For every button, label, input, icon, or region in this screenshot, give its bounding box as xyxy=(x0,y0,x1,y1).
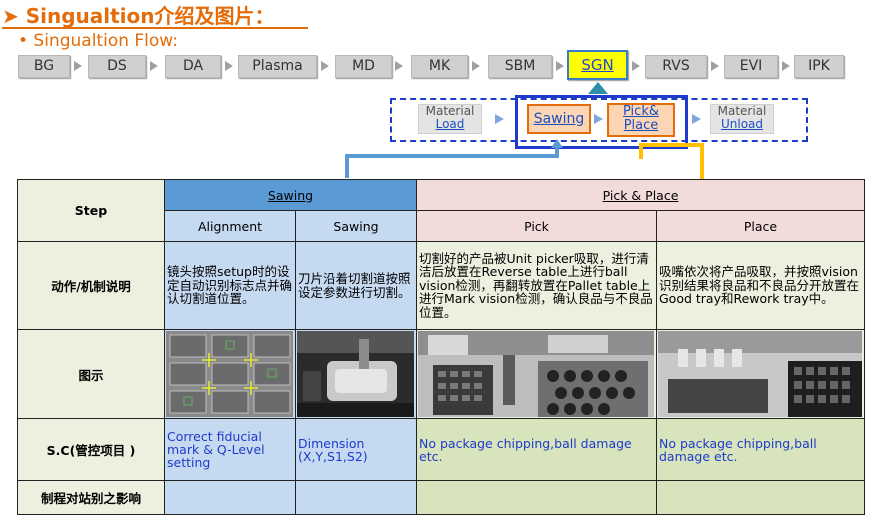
subflow-arrow-icon xyxy=(692,114,701,124)
process-flow: BG DS DA Plasma MD MK SBM SGN RVS EVI IP… xyxy=(18,50,844,80)
sawing-header-text: Sawing xyxy=(267,187,314,203)
impact-sawing xyxy=(295,480,417,515)
page-title: ➤ Singualtion介绍及图片： xyxy=(2,4,275,28)
flow-arrow-icon xyxy=(632,61,640,71)
flow-arrow-icon xyxy=(225,61,233,71)
up-arrow-icon xyxy=(588,82,608,94)
sawing-header: Sawing xyxy=(164,179,417,211)
flow-step-sbm: SBM xyxy=(488,55,552,78)
action-place: 吸嘴依次将产品吸取，并按照vision识别结果将良品和不良品分开放置在Good … xyxy=(656,241,865,330)
pickplace-header: Pick & Place xyxy=(416,179,865,211)
process-table: Step Sawing Pick & Place Alignment Sawin… xyxy=(17,179,865,515)
material-unload-line2: Unload xyxy=(720,117,764,131)
action-pick: 切割好的产品被Unit picker吸取，进行清洁后放置在Reverse tab… xyxy=(416,241,657,330)
alignment-subheader: Alignment xyxy=(164,210,296,242)
flow-step-mk: MK xyxy=(411,55,468,78)
flow-step-rvs: RVS xyxy=(645,55,707,78)
sawing-subheader: Sawing xyxy=(295,210,417,242)
sawing-photo-cell xyxy=(295,329,417,419)
flow-subtitle: • Singualtion Flow: xyxy=(18,31,178,51)
impact-pick xyxy=(416,480,657,515)
title-underline xyxy=(2,27,308,29)
sawing-photo xyxy=(297,331,415,417)
subflow-material-unload: Material Unload xyxy=(710,104,774,134)
flow-arrow-icon xyxy=(395,61,403,71)
flow-step-md: MD xyxy=(335,55,392,78)
impact-alignment xyxy=(164,480,296,515)
subflow-pick-place[interactable]: Pick& Place xyxy=(607,103,675,137)
flow-arrow-icon xyxy=(321,61,329,71)
place-subheader: Place xyxy=(656,210,865,242)
subflow-sawing[interactable]: Sawing xyxy=(527,104,591,134)
pick-photo-cell xyxy=(416,329,657,419)
pickplace-connector xyxy=(639,143,704,183)
place-photo xyxy=(658,331,863,417)
action-alignment: 镜头按照setup时的设定自动识别标志点并确认切割道位置。 xyxy=(164,241,296,330)
sawing-connector xyxy=(345,154,559,178)
flow-step-plasma: Plasma xyxy=(238,55,317,78)
pick-place-line2: Place xyxy=(623,118,659,133)
flow-step-bg: BG xyxy=(18,55,70,78)
flow-arrow-icon xyxy=(556,61,564,71)
place-photo-cell xyxy=(656,329,865,419)
subflow-arrow-icon xyxy=(495,114,504,124)
pickplace-connector-stub xyxy=(639,143,643,159)
pick-place-line1: Pick& xyxy=(623,104,659,119)
subflow-material-load: Material Load xyxy=(418,104,482,134)
pick-photo xyxy=(418,331,655,417)
sc-row-label: S.C(管控项目 ) xyxy=(17,418,165,481)
flow-step-sgn[interactable]: SGN xyxy=(567,50,628,80)
flow-step-da: DA xyxy=(165,55,221,78)
pick-subheader: Pick xyxy=(416,210,657,242)
flow-step-ds: DS xyxy=(88,55,146,78)
sawing-connector-arrow-icon xyxy=(551,139,563,148)
flow-arrow-icon xyxy=(74,61,82,71)
sc-sawing: Dimension (X,Y,S1,S2) xyxy=(295,418,417,481)
impact-row-label: 制程对站别之影响 xyxy=(17,480,165,515)
flow-step-evi: EVI xyxy=(724,55,778,78)
sc-alignment: Correct fiducial mark & Q-Level setting xyxy=(164,418,296,481)
sc-place: No package chipping,ball damage etc. xyxy=(656,418,865,481)
flow-step-ipk: IPK xyxy=(794,55,844,78)
alignment-photo-cell xyxy=(164,329,296,419)
flow-arrow-icon xyxy=(150,61,158,71)
action-row-label: 动作/机制说明 xyxy=(17,241,165,330)
subflow-arrow-icon xyxy=(594,114,603,124)
action-sawing: 刀片沿着切割道按照设定参数进行切割。 xyxy=(295,241,417,330)
material-load-line2: Load xyxy=(435,117,465,131)
flow-arrow-icon xyxy=(782,61,790,71)
sawing-link: Sawing xyxy=(533,111,585,127)
step-header: Step xyxy=(17,179,165,242)
image-row-label: 图示 xyxy=(17,329,165,419)
impact-place xyxy=(656,480,865,515)
flow-arrow-icon xyxy=(711,61,719,71)
pickplace-header-text: Pick & Place xyxy=(602,187,679,203)
flow-arrow-icon xyxy=(472,61,480,71)
alignment-photo xyxy=(166,331,294,417)
sc-pick: No package chipping,ball damage etc. xyxy=(416,418,657,481)
